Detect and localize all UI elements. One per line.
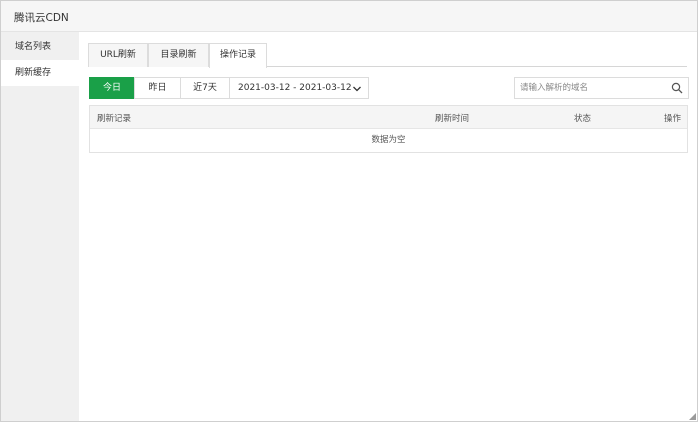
filter-last-7-days-button[interactable]: 近7天 <box>180 77 230 99</box>
chevron-down-icon <box>353 86 361 92</box>
date-range-picker[interactable]: 2021-03-12 - 2021-03-12 <box>229 77 369 99</box>
filter-today-button[interactable]: 今日 <box>89 77 135 99</box>
title-bar: 腾讯云CDN <box>1 1 697 32</box>
tab-url-refresh[interactable]: URL刷新 <box>88 43 148 67</box>
tab-bar: URL刷新 目录刷新 操作记录 <box>88 43 687 68</box>
column-header-refresh-time: 刷新时间 <box>435 114 470 124</box>
search-icon[interactable] <box>671 82 683 94</box>
window-title: 腾讯云CDN <box>14 12 69 24</box>
resize-handle[interactable] <box>689 413 696 420</box>
sidebar-item-domain-list[interactable]: 域名列表 <box>1 34 79 60</box>
domain-search-box <box>514 77 689 99</box>
date-range-value: 2021-03-12 - 2021-03-12 <box>238 83 352 93</box>
filter-yesterday-button[interactable]: 昨日 <box>134 77 181 99</box>
column-header-refresh-record: 刷新记录 <box>97 114 132 124</box>
column-header-status: 状态 <box>574 114 592 124</box>
sidebar-item-refresh-cache[interactable]: 刷新缓存 <box>1 60 79 86</box>
tab-operation-records[interactable]: 操作记录 <box>209 43 267 68</box>
tab-directory-refresh[interactable]: 目录刷新 <box>148 43 209 67</box>
empty-state-text: 数据为空 <box>371 135 406 145</box>
main-panel: URL刷新 目录刷新 操作记录 今日 昨日 近7天 2021-03-12 - 2… <box>79 32 697 421</box>
table-header: 刷新记录 刷新时间 状态 操作 <box>90 106 687 129</box>
sidebar: 域名列表 刷新缓存 <box>1 32 79 421</box>
column-header-actions: 操作 <box>664 114 682 124</box>
records-table: 刷新记录 刷新时间 状态 操作 数据为空 <box>89 105 688 153</box>
dialog-window: 腾讯云CDN 域名列表 刷新缓存 URL刷新 目录刷新 操作记录 今日 昨日 近… <box>0 0 698 422</box>
domain-search-input[interactable] <box>515 78 665 98</box>
